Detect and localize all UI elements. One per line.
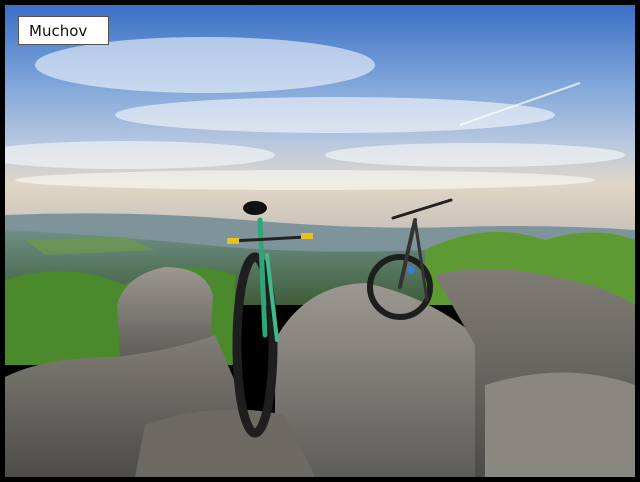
landscape-photo — [5, 5, 635, 477]
photo-frame: Muchov — [5, 5, 635, 477]
rock-bottom-right — [485, 372, 635, 477]
location-label: Muchov — [18, 16, 109, 45]
